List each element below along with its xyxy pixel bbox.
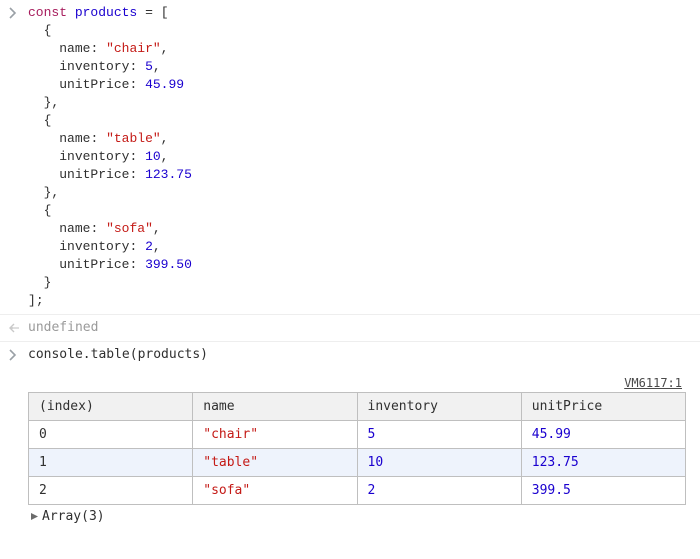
cell-index: 0 [29, 421, 193, 449]
disclosure-triangle-icon [28, 512, 40, 521]
console-result-entry: undefined [0, 315, 700, 342]
cell-name: "table" [193, 449, 357, 477]
table-row[interactable]: 1 "table" 10 123.75 [29, 449, 686, 477]
cell-unitprice: 123.75 [521, 449, 685, 477]
cell-index: 1 [29, 449, 193, 477]
cell-inventory: 10 [357, 449, 521, 477]
table-header-unitprice[interactable]: unitPrice [521, 393, 685, 421]
console-table-output: VM6117:1 (index) name inventory unitPric… [0, 368, 700, 524]
table-row[interactable]: 2 "sofa" 2 399.5 [29, 477, 686, 505]
cell-index: 2 [29, 477, 193, 505]
cell-unitprice: 399.5 [521, 477, 685, 505]
table-header-name[interactable]: name [193, 393, 357, 421]
cell-inventory: 2 [357, 477, 521, 505]
console-input-content[interactable]: console.table(products) [28, 346, 700, 364]
cell-name: "sofa" [193, 477, 357, 505]
console-input-entry: const products = [ { name: "chair", inve… [0, 0, 700, 315]
input-prompt-icon [8, 346, 28, 361]
source-link[interactable]: VM6117:1 [28, 376, 686, 390]
input-prompt-icon [8, 4, 28, 19]
console-input-content[interactable]: const products = [ { name: "chair", inve… [28, 4, 700, 310]
table-header-index[interactable]: (index) [29, 393, 193, 421]
cell-name: "chair" [193, 421, 357, 449]
table-row[interactable]: 0 "chair" 5 45.99 [29, 421, 686, 449]
code-const-products: const products = [ { name: "chair", inve… [28, 4, 686, 310]
array-summary[interactable]: Array(3) [28, 509, 686, 524]
console-table: (index) name inventory unitPrice 0 "chai… [28, 392, 686, 505]
code-console-table: console.table(products) [28, 346, 686, 364]
result-icon [8, 319, 28, 334]
console-input-entry: console.table(products) [0, 342, 700, 368]
table-header-row: (index) name inventory unitPrice [29, 393, 686, 421]
array-summary-text: Array(3) [42, 509, 105, 524]
table-header-inventory[interactable]: inventory [357, 393, 521, 421]
cell-inventory: 5 [357, 421, 521, 449]
result-undefined: undefined [28, 319, 686, 337]
cell-unitprice: 45.99 [521, 421, 685, 449]
